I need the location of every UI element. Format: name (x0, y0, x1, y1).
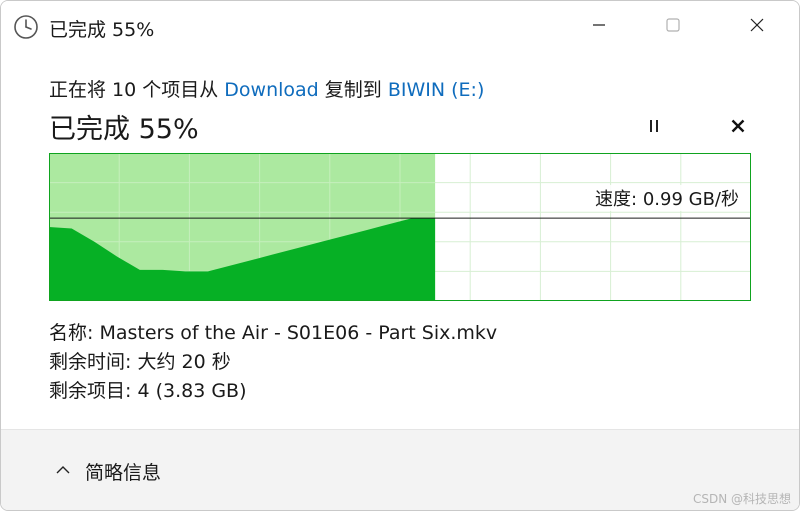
percent-complete-heading: 已完成 55% (49, 114, 199, 145)
minimize-button[interactable] (559, 1, 639, 53)
close-icon (749, 17, 765, 37)
chevron-up-icon (55, 461, 71, 483)
window-title: 已完成 55% (49, 19, 155, 41)
items-remaining-label: 剩余项目: (49, 380, 138, 402)
copy-description: 正在将 10 个项目从 Download 复制到 BIWIN (E:) (49, 75, 484, 102)
close-icon (730, 118, 746, 138)
speed-graph (49, 153, 751, 301)
transfer-details: 名称: Masters of the Air - S01E06 - Part S… (49, 319, 497, 406)
fewer-details-label: 简略信息 (85, 462, 162, 484)
minimize-icon (591, 17, 607, 37)
speed-label: 速度: 0.99 GB/秒 (593, 185, 741, 211)
pause-icon (646, 118, 662, 138)
time-remaining-label: 剩余时间: (49, 351, 138, 373)
pause-button[interactable] (637, 113, 671, 143)
progress-content: 正在将 10 个项目从 Download 复制到 BIWIN (E:) 已完成 … (1, 53, 799, 429)
items-remaining-value: 4 (3.83 GB) (137, 380, 247, 402)
maximize-icon (665, 17, 681, 37)
fewer-details-toggle[interactable]: 简略信息 (55, 458, 161, 485)
file-name: Masters of the Air - S01E06 - Part Six.m… (99, 322, 498, 344)
clock-icon (13, 14, 39, 40)
window-close-button[interactable] (717, 1, 797, 53)
detail-name-row: 名称: Masters of the Air - S01E06 - Part S… (49, 319, 497, 348)
copy-progress-dialog: 已完成 55% 正在将 10 个项目从 Download 复制到 BIWIN (… (0, 0, 800, 511)
time-remaining-value: 大约 20 秒 (137, 351, 231, 373)
maximize-button[interactable] (633, 1, 713, 53)
copy-prefix: 正在将 10 个项目从 (49, 79, 225, 101)
detail-items-row: 剩余项目: 4 (3.83 GB) (49, 377, 497, 406)
name-label: 名称: (49, 322, 100, 344)
watermark-text: CSDN @科技思想 (692, 492, 791, 506)
copy-middle: 复制到 (318, 79, 388, 101)
transfer-speed-chart: 速度: 0.99 GB/秒 (49, 153, 751, 301)
source-folder-link[interactable]: Download (224, 79, 318, 101)
cancel-button[interactable] (721, 113, 755, 143)
dialog-footer: 简略信息 CSDN @科技思想 (1, 429, 799, 510)
title-bar[interactable]: 已完成 55% (1, 1, 799, 53)
detail-time-row: 剩余时间: 大约 20 秒 (49, 348, 497, 377)
destination-drive-link[interactable]: BIWIN (E:) (388, 79, 485, 101)
